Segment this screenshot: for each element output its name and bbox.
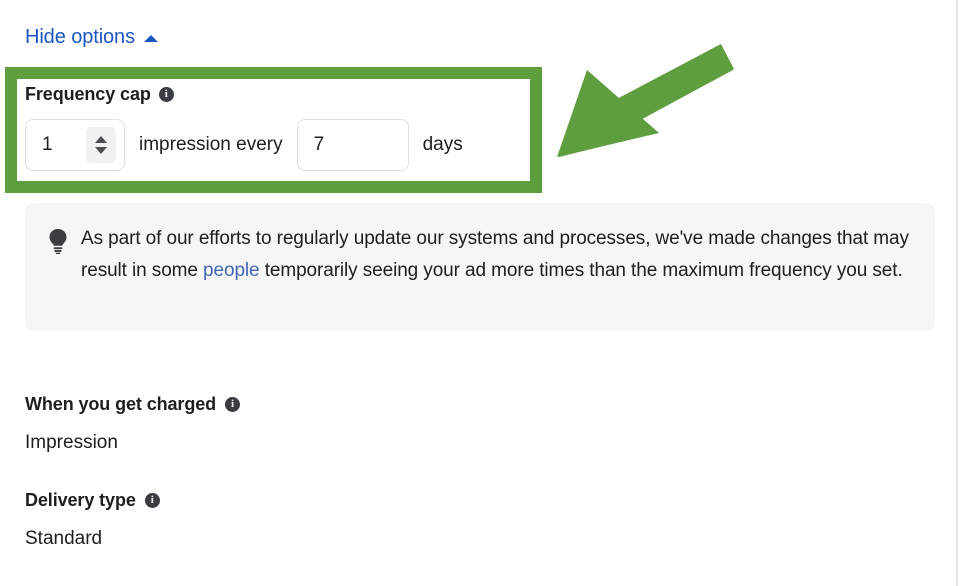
arrow-shaft (615, 46, 733, 126)
when-you-get-charged-value: Impression (25, 432, 118, 453)
info-icon[interactable]: i (158, 86, 174, 102)
days-value: 7 (313, 134, 325, 155)
delivery-type-title: Delivery type (25, 490, 136, 510)
arrow-shape (559, 44, 734, 157)
when-you-get-charged-title: When you get charged (25, 394, 217, 414)
ad-set-budget-schedule-panel: Hide options Frequency cap i 1 impressio… (0, 0, 966, 586)
frequency-cap-controls: 1 impression every 7 days (25, 119, 525, 171)
frequency-notice-text: As part of our efforts to regularly upda… (81, 223, 911, 311)
chevron-up-icon (143, 35, 158, 42)
info-icon[interactable]: i (225, 396, 241, 412)
impressions-stepper-field[interactable]: 1 (25, 119, 125, 171)
people-link[interactable]: people (203, 260, 260, 281)
lightbulb-icon (47, 223, 81, 311)
impressions-value: 1 (42, 134, 53, 155)
notice-text-part2: temporarily seeing your ad more times th… (259, 260, 903, 281)
frequency-cap-title: Frequency cap (25, 84, 151, 104)
days-input-field[interactable]: 7 (296, 119, 409, 171)
impression-every-label: impression every (139, 134, 283, 155)
delivery-type-value: Standard (25, 528, 103, 549)
frequency-cap-section: Frequency cap i 1 impression every 7 day… (25, 82, 525, 171)
frequency-cap-header: Frequency cap i (25, 82, 525, 106)
impressions-stepper-buttons[interactable] (86, 127, 116, 163)
panel-divider (956, 0, 958, 586)
delivery-type-header: Delivery type i (25, 488, 160, 512)
triangle-down-icon[interactable] (95, 147, 107, 154)
info-icon[interactable]: i (144, 492, 160, 508)
frequency-notice-banner: As part of our efforts to regularly upda… (25, 203, 935, 331)
triangle-up-icon[interactable] (95, 136, 107, 143)
when-you-get-charged-header: When you get charged i (25, 392, 241, 416)
delivery-type-section: Delivery type i Standard (25, 488, 160, 551)
hide-options-label: Hide options (25, 26, 135, 48)
arrow-head (557, 70, 659, 157)
when-you-get-charged-section: When you get charged i Impression (25, 392, 241, 455)
arrow-pointing-down-left-icon (557, 44, 734, 157)
days-unit-label: days (422, 134, 463, 155)
hide-options-toggle[interactable]: Hide options (25, 24, 158, 50)
